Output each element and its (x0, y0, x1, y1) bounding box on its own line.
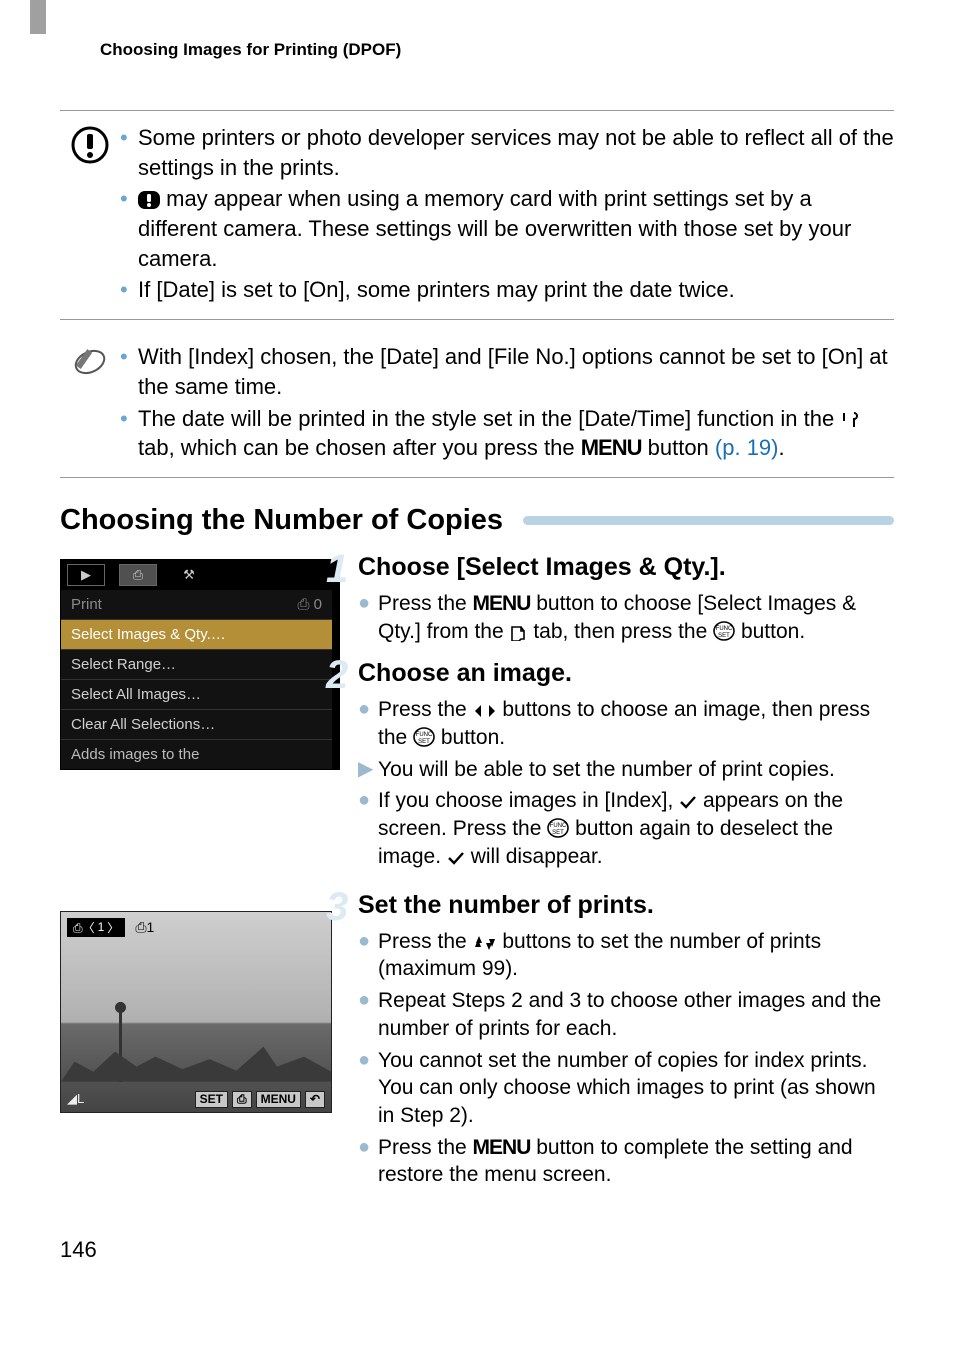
cam-menu-row: Select All Images… (61, 679, 332, 709)
heading-rule (523, 516, 894, 525)
tip-item: • With [Index] chosen, the [Date] and [F… (120, 342, 894, 401)
step-item: ● Press the MENU button to choose [Selec… (358, 590, 894, 645)
print-overlay-icon: ⎙〈 1 〉 (67, 918, 125, 937)
menu-text-icon: MENU (473, 592, 531, 615)
menu-text-icon: MENU (473, 1136, 531, 1159)
check-icon (679, 794, 697, 810)
caution-item: • may appear when using a memory card wi… (120, 184, 894, 273)
step-number: 1 (326, 547, 348, 592)
svg-text:FUNC: FUNC (550, 823, 567, 829)
step-item: ● If you choose images in [Index], appea… (358, 787, 894, 870)
tip-note: • With [Index] chosen, the [Date] and [F… (60, 330, 894, 478)
step-title: Choose [Select Images & Qty.]. (358, 553, 894, 582)
info-chip-icon (138, 191, 160, 209)
svg-text:FUNC: FUNC (716, 626, 733, 632)
wrench-icon (840, 411, 860, 429)
pencil-icon (72, 344, 108, 380)
section-heading: Choosing the Number of Copies (60, 504, 503, 537)
print-tab-icon (509, 625, 527, 641)
page-link[interactable]: (p. 19) (715, 435, 779, 460)
menu-text-icon: MENU (581, 435, 642, 460)
funcset-icon: FUNCSET (713, 621, 735, 641)
step-item: ● Press the buttons to set the number of… (358, 928, 894, 983)
step-item: ● Press the MENU button to complete the … (358, 1134, 894, 1189)
step-number: 2 (326, 653, 348, 698)
section-tab (30, 0, 46, 34)
cam-tab-play-icon: ▶ (67, 564, 105, 586)
svg-text:SET: SET (418, 739, 430, 745)
overlay-menu-button: MENU (256, 1091, 301, 1108)
funcset-icon: FUNCSET (413, 727, 435, 747)
step-number: 3 (326, 885, 348, 930)
cam-menu-row: Select Range… (61, 649, 332, 679)
cam-menu-row: Clear All Selections… (61, 709, 332, 739)
svg-text:SET: SET (552, 830, 564, 836)
step-item: ● Repeat Steps 2 and 3 to choose other i… (358, 987, 894, 1042)
page-number: 146 (60, 1237, 894, 1263)
camera-preview-screenshot: ⎙〈 1 〉 ⎙1 ◢L SET ⎙ MENU ↶ (60, 911, 332, 1113)
cam-menu-hint: Adds images to the (61, 739, 332, 769)
left-right-icon (473, 703, 497, 719)
camera-menu-screenshot: ▶ ⎙ ⚒ Print⎙ 0 Select Images & Qty.… Sel… (60, 559, 340, 770)
step-item: ● You cannot set the number of copies fo… (358, 1047, 894, 1130)
cam-menu-title: Print⎙ 0 (61, 590, 332, 619)
caution-item: • Some printers or photo developer servi… (120, 123, 894, 182)
resolution-indicator: ◢L (67, 1091, 84, 1107)
overlay-back-icon: ↶ (305, 1091, 325, 1108)
funcset-icon: FUNCSET (547, 818, 569, 838)
step-item: ▶ You will be able to set the number of … (358, 756, 894, 784)
tip-item: • The date will be printed in the style … (120, 404, 894, 463)
up-down-icon (473, 935, 497, 951)
caution-item: • If [Date] is set to [On], some printer… (120, 275, 894, 305)
copies-overlay: ⎙1 (129, 918, 160, 937)
cam-menu-row: Select Images & Qty.… (61, 619, 332, 649)
cam-tab-setup-icon: ⚒ (171, 565, 207, 585)
overlay-print-icon: ⎙ (232, 1091, 252, 1108)
caution-icon (70, 125, 110, 165)
caution-note: • Some printers or photo developer servi… (60, 110, 894, 320)
step-title: Set the number of prints. (358, 891, 894, 920)
running-header: Choosing Images for Printing (DPOF) (100, 40, 894, 60)
overlay-set-button: SET (195, 1091, 228, 1108)
check-icon (447, 850, 465, 866)
cam-tab-print-icon: ⎙ (119, 564, 157, 586)
svg-text:SET: SET (718, 633, 730, 639)
step-item: ● Press the buttons to choose an image, … (358, 696, 894, 751)
step-title: Choose an image. (358, 659, 894, 688)
svg-text:FUNC: FUNC (416, 732, 433, 738)
